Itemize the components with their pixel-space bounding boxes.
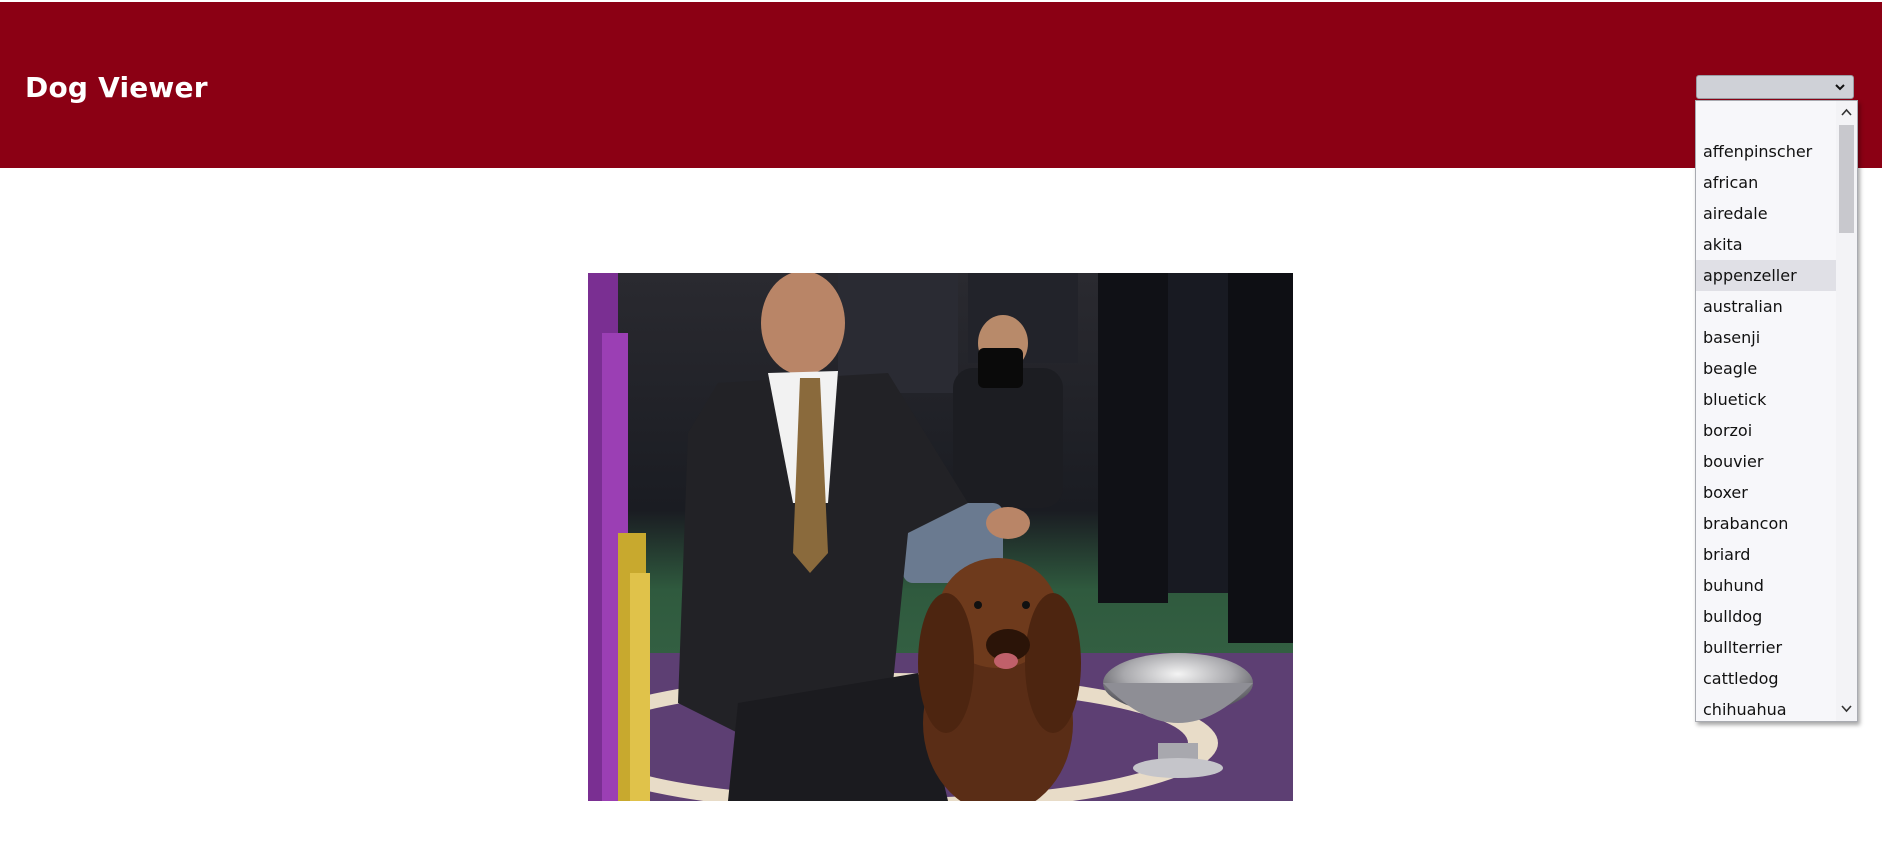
breed-option[interactable]: borzoi: [1696, 415, 1836, 446]
breed-option[interactable]: boxer: [1696, 477, 1836, 508]
breed-option[interactable]: chihuahua: [1696, 694, 1836, 721]
dog-photo-illustration: [588, 273, 1293, 801]
scroll-up-icon[interactable]: [1839, 105, 1854, 120]
page-title: Dog Viewer: [25, 71, 208, 104]
scrollbar-thumb[interactable]: [1839, 125, 1854, 233]
dropdown-scrollbar[interactable]: [1836, 101, 1857, 721]
breed-option[interactable]: affenpinscher: [1696, 136, 1836, 167]
breed-option[interactable]: [1696, 101, 1836, 136]
breed-select[interactable]: [1696, 75, 1854, 99]
breed-option[interactable]: african: [1696, 167, 1836, 198]
breed-options: affenpinscher african airedale akita app…: [1696, 101, 1836, 721]
breed-option[interactable]: australian: [1696, 291, 1836, 322]
breed-option[interactable]: akita: [1696, 229, 1836, 260]
breed-option[interactable]: beagle: [1696, 353, 1836, 384]
scroll-down-icon[interactable]: [1839, 701, 1854, 716]
page: Dog Viewer affenpinscher african airedal…: [0, 0, 1882, 859]
breed-dropdown-list[interactable]: affenpinscher african airedale akita app…: [1695, 100, 1858, 722]
breed-option[interactable]: bluetick: [1696, 384, 1836, 415]
breed-option[interactable]: cattledog: [1696, 663, 1836, 694]
breed-option[interactable]: brabancon: [1696, 508, 1836, 539]
breed-option[interactable]: buhund: [1696, 570, 1836, 601]
breed-option[interactable]: bullterrier: [1696, 632, 1836, 663]
breed-option-highlighted[interactable]: appenzeller: [1696, 260, 1836, 291]
breed-option[interactable]: basenji: [1696, 322, 1836, 353]
breed-option[interactable]: bouvier: [1696, 446, 1836, 477]
dog-photo: [588, 273, 1293, 801]
breed-option[interactable]: airedale: [1696, 198, 1836, 229]
breed-option[interactable]: bulldog: [1696, 601, 1836, 632]
chevron-down-icon: [1835, 84, 1845, 91]
header-bar: Dog Viewer: [0, 2, 1882, 168]
breed-option[interactable]: briard: [1696, 539, 1836, 570]
